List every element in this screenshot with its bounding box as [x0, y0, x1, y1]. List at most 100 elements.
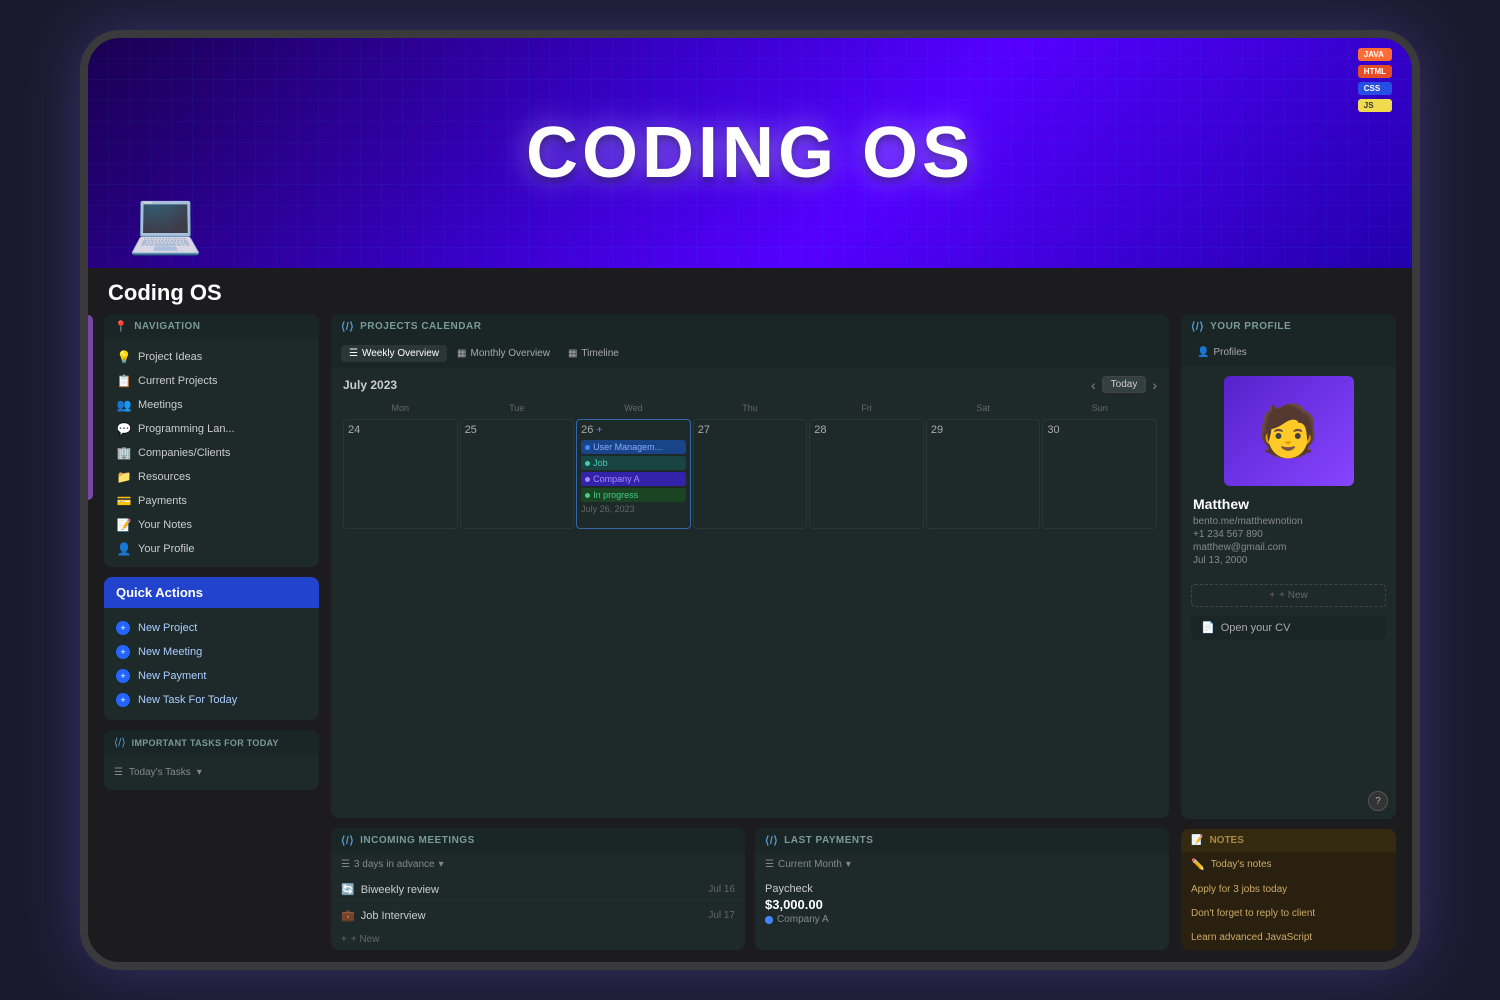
company-dot	[765, 916, 773, 924]
tasks-filter-chevron: ▾	[197, 767, 202, 778]
nav-icon-ideas: 💡	[116, 350, 132, 364]
nav-item-profile[interactable]: 👤 Your Profile	[104, 537, 319, 561]
tab-monthly-icon: ▦	[457, 348, 466, 359]
cv-label: Open your CV	[1221, 622, 1291, 634]
cal-day-thu: Thu	[693, 401, 808, 415]
event-dot-company	[585, 477, 590, 482]
note-reply-client[interactable]: Don't forget to reply to client	[1181, 902, 1396, 926]
cal-event-job: Job	[581, 456, 686, 470]
qa-label-payment: New Payment	[138, 670, 206, 682]
qa-dot-meeting: +	[116, 645, 130, 659]
qa-new-payment[interactable]: + New Payment	[112, 664, 311, 688]
cal-cell-25[interactable]: 25	[460, 419, 575, 529]
qa-new-task[interactable]: + New Task For Today	[112, 688, 311, 712]
cal-prev-btn[interactable]: ‹	[1091, 377, 1096, 393]
nav-icon-profile: 👤	[116, 542, 132, 556]
qa-label-meeting: New Meeting	[138, 646, 202, 658]
calendar-header: ⟨/⟩ PROJECTS CALENDAR	[331, 314, 1169, 339]
nav-label-projects: Current Projects	[138, 375, 217, 387]
payments-icon: ⟨/⟩	[765, 834, 778, 847]
nav-item-meetings[interactable]: 👥 Meetings	[104, 393, 319, 417]
cal-today-btn[interactable]: Today	[1102, 376, 1147, 393]
cal-date-26: 26 +	[581, 424, 686, 436]
bottom-center: ⟨/⟩ INCOMING MEETINGS ☰ 3 days in advanc…	[331, 828, 1169, 950]
calendar-header-label: PROJECTS CALENDAR	[360, 321, 481, 332]
cal-date-25: 25	[465, 424, 570, 436]
meeting-job-interview[interactable]: 💼 Job Interview Jul 17	[331, 903, 745, 929]
tab-timeline[interactable]: ▦ Timeline	[560, 345, 627, 362]
profile-tab-label: Profiles	[1213, 347, 1246, 358]
calendar-tabs: ☰ Weekly Overview ▦ Monthly Overview ▦ T…	[331, 339, 1169, 368]
meetings-add-label: + New	[351, 934, 380, 945]
left-sidebar: 📍 NAVIGATION 💡 Project Ideas 📋 Current P…	[104, 314, 319, 950]
qa-new-meeting[interactable]: + New Meeting	[112, 640, 311, 664]
meetings-header: ⟨/⟩ INCOMING MEETINGS	[331, 828, 745, 853]
tab-timeline-icon: ▦	[568, 348, 577, 359]
cal-day-fri: Fri	[809, 401, 924, 415]
payments-filter[interactable]: ☰ Current Month ▾	[755, 853, 1169, 877]
note-todays-notes[interactable]: ✏️ Today's notes	[1181, 852, 1396, 878]
nav-item-project-ideas[interactable]: 💡 Project Ideas	[104, 345, 319, 369]
nav-item-programming[interactable]: 💬 Programming Lan...	[104, 417, 319, 441]
help-button[interactable]: ?	[1368, 791, 1388, 811]
nav-item-payments[interactable]: 💳 Payments	[104, 489, 319, 513]
calendar-panel: ⟨/⟩ PROJECTS CALENDAR ☰ Weekly Overview …	[331, 314, 1169, 818]
meeting-biweekly[interactable]: 🔄 Biweekly review Jul 16	[331, 877, 745, 903]
nav-item-companies[interactable]: 🏢 Companies/Clients	[104, 441, 319, 465]
calendar-header-icon: ⟨/⟩	[341, 320, 354, 333]
profile-tab-profiles[interactable]: 👤 Profiles	[1191, 345, 1253, 360]
note-label-client: Don't forget to reply to client	[1191, 908, 1315, 919]
event-dot-teal	[585, 461, 590, 466]
nav-item-resources[interactable]: 📁 Resources	[104, 465, 319, 489]
right-sidebar: ⟨/⟩ YOUR PROFILE 👤 Profiles 🧑	[1181, 314, 1396, 950]
payments-header: ⟨/⟩ LAST PAYMENTS	[755, 828, 1169, 853]
note-learn-js[interactable]: Learn advanced JavaScript	[1181, 926, 1396, 950]
tasks-filter[interactable]: ☰ Today's Tasks ▾	[112, 763, 311, 782]
cal-cell-24[interactable]: 24	[343, 419, 458, 529]
nav-label-meetings: Meetings	[138, 399, 183, 411]
cal-cell-27[interactable]: 27	[693, 419, 808, 529]
tab-weekly-label: Weekly Overview	[362, 348, 439, 359]
nav-label-payments: Payments	[138, 495, 187, 507]
badge-css: CSS	[1358, 82, 1392, 95]
meetings-add-new[interactable]: + + New	[331, 929, 745, 950]
open-cv-button[interactable]: 📄 Open your CV	[1191, 615, 1386, 640]
content-grid: 📍 NAVIGATION 💡 Project Ideas 📋 Current P…	[88, 314, 1412, 962]
cal-cell-30[interactable]: 30	[1042, 419, 1157, 529]
meetings-filter-icon: ☰	[341, 859, 350, 870]
hero-laptop-icon: 💻	[128, 187, 203, 258]
nav-item-current-projects[interactable]: 📋 Current Projects	[104, 369, 319, 393]
app-title: Coding OS	[88, 268, 1412, 314]
profile-new-label: + New	[1279, 590, 1308, 601]
note-apply-jobs[interactable]: Apply for 3 jobs today	[1181, 878, 1396, 902]
tab-weekly-overview[interactable]: ☰ Weekly Overview	[341, 345, 447, 362]
cal-cell-28[interactable]: 28	[809, 419, 924, 529]
note-label-todays: Today's notes	[1211, 859, 1272, 870]
cal-next-btn[interactable]: ›	[1152, 377, 1157, 393]
meeting-biweekly-label: Biweekly review	[361, 884, 439, 896]
cal-event-date-label: July 26, 2023	[581, 504, 686, 514]
cal-cell-29[interactable]: 29	[926, 419, 1041, 529]
meetings-filter[interactable]: ☰ 3 days in advance ▾	[331, 853, 745, 877]
qa-new-project[interactable]: + New Project	[112, 616, 311, 640]
payment-paycheck[interactable]: Paycheck $3,000.00 Company A	[755, 877, 1169, 931]
tasks-header: ⟨/⟩ IMPORTANT TASKS FOR TODAY	[104, 730, 319, 755]
profile-new-button[interactable]: + + New	[1191, 584, 1386, 607]
cal-day-sat: Sat	[926, 401, 1041, 415]
nav-label-resources: Resources	[138, 471, 191, 483]
profile-info: Matthew bento.me/matthewnotion +1 234 56…	[1181, 496, 1396, 576]
profile-header-icon: ⟨/⟩	[1191, 320, 1204, 333]
nav-label-companies: Companies/Clients	[138, 447, 230, 459]
cal-cell-26[interactable]: 26 + User Managem... Job	[576, 419, 691, 529]
meeting-job-name: 💼 Job Interview	[341, 909, 426, 922]
note-label-jobs: Apply for 3 jobs today	[1191, 884, 1287, 895]
meetings-filter-label: 3 days in advance	[354, 859, 435, 870]
nav-icon-companies: 🏢	[116, 446, 132, 460]
calendar-month: July 2023	[343, 378, 397, 392]
event-label-progress: In progress	[593, 490, 638, 500]
qa-label-task: New Task For Today	[138, 694, 237, 706]
nav-item-notes[interactable]: 📝 Your Notes	[104, 513, 319, 537]
profile-tabs: 👤 Profiles	[1181, 339, 1396, 366]
tab-monthly-overview[interactable]: ▦ Monthly Overview	[449, 345, 558, 362]
event-dot-blue	[585, 445, 590, 450]
